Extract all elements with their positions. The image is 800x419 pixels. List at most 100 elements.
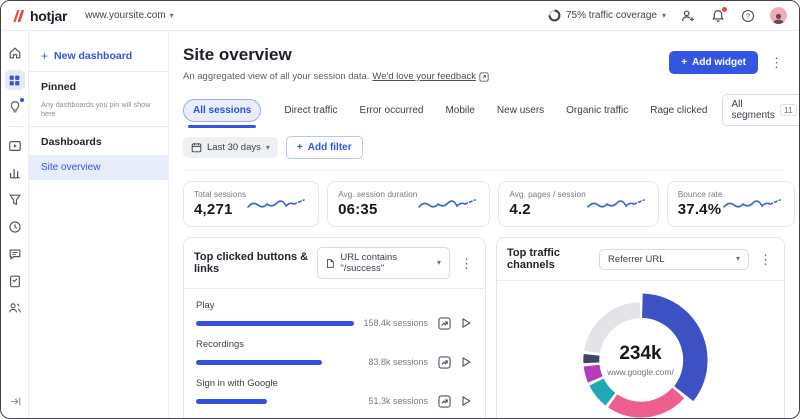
calendar-icon (191, 142, 202, 153)
new-feature-dot (20, 98, 24, 102)
users-icon (8, 301, 22, 315)
stat-card-session-duration: Avg. session duration 06:35 (327, 181, 490, 227)
segments-count-badge: 11 (780, 104, 797, 116)
home-icon (8, 46, 22, 60)
chip-error-occurred[interactable]: Error occurred (351, 100, 433, 121)
top-clicked-widget: Top clicked buttons & links URL contains… (183, 237, 486, 419)
pinned-hint: Any dashboards you pin will show here (41, 100, 156, 118)
widget-title: Top traffic channels (507, 247, 599, 271)
new-dashboard-button[interactable]: + New dashboard (29, 41, 168, 71)
invite-user-button[interactable] (680, 8, 696, 24)
widget-kebab-menu[interactable]: ⋮ (458, 257, 475, 270)
rail-home-button[interactable] (5, 43, 25, 63)
sessions-count: 51.3k sessions (368, 396, 428, 406)
new-dashboard-label: New dashboard (54, 50, 132, 62)
trend-icon (438, 317, 451, 330)
widget-title: Top clicked buttons & links (194, 251, 317, 275)
traffic-coverage-selector[interactable]: 75% traffic coverage ▾ (548, 9, 666, 22)
stat-value: 37.4% (678, 201, 723, 218)
clock-icon (8, 220, 22, 234)
chip-mobile[interactable]: Mobile (436, 100, 483, 121)
hotjar-logo[interactable]: hotjar (13, 8, 67, 24)
list-item: Play 158.4k sessions (196, 300, 473, 330)
chip-new-users[interactable]: New users (488, 100, 553, 121)
page-subtitle: An aggregated view of all your session d… (183, 71, 369, 82)
nav-rail (1, 31, 29, 419)
dashboards-grid-icon (8, 74, 21, 87)
question-mark-icon: ? (741, 9, 755, 23)
play-recordings-button[interactable] (459, 316, 473, 330)
rail-sessions-button[interactable] (5, 217, 25, 237)
rail-funnels-button[interactable] (5, 190, 25, 210)
chip-organic-traffic[interactable]: Organic traffic (557, 100, 637, 121)
play-recordings-button[interactable] (459, 394, 473, 408)
bar-label: Sign in with Google (196, 378, 473, 389)
coverage-label: 75% traffic coverage (566, 10, 657, 21)
top-bar: hotjar www.yoursite.com ▾ 75% traffic co… (1, 1, 799, 31)
help-button[interactable]: ? (740, 8, 756, 24)
rail-heatmaps-button[interactable] (5, 163, 25, 183)
page-title: Site overview (183, 45, 489, 65)
plus-icon: + (297, 142, 303, 153)
clicked-buttons-list: Play 158.4k sessions Rec (184, 289, 485, 419)
page-icon (326, 258, 334, 269)
chip-rage-clicked[interactable]: Rage clicked (641, 100, 716, 121)
bar-chart-icon (8, 166, 22, 180)
avatar-silhouette (772, 13, 785, 24)
donut-center-label: www.google.com/ (607, 367, 674, 377)
rail-surveys-button[interactable] (5, 271, 25, 291)
collapse-sidebar-button[interactable] (5, 391, 25, 411)
rail-feedback-button[interactable] (5, 244, 25, 264)
rail-interviews-button[interactable] (5, 298, 25, 318)
referrer-value: Referrer URL (608, 254, 665, 265)
all-segments-dropdown[interactable]: All segments 11 ▾ (722, 94, 799, 126)
rail-divider (7, 126, 23, 127)
stat-value: 4,271 (194, 201, 246, 218)
rail-dashboards-button[interactable] (5, 70, 25, 90)
external-link-icon (479, 72, 489, 82)
user-avatar[interactable] (770, 7, 787, 24)
list-item: Recordings 83.8k sessions (196, 339, 473, 369)
segment-chips: All sessions Direct traffic Error occurr… (183, 94, 785, 126)
feedback-link[interactable]: We'd love your feedback (372, 71, 476, 82)
chip-all-sessions[interactable]: All sessions (183, 99, 261, 122)
stat-label: Avg. pages / session (509, 189, 585, 199)
logo-text: hotjar (30, 8, 67, 24)
collapse-arrow-icon (9, 395, 22, 408)
widget-kebab-menu[interactable]: ⋮ (757, 253, 774, 266)
sidebar-item-site-overview[interactable]: Site overview (29, 155, 168, 180)
sparkline-chart (246, 195, 308, 213)
sessions-count: 83.8k sessions (368, 357, 428, 367)
chip-direct-traffic[interactable]: Direct traffic (275, 100, 346, 121)
plus-icon: + (41, 49, 48, 63)
bar (196, 399, 267, 404)
notifications-button[interactable] (710, 8, 726, 24)
rail-insights-button[interactable] (5, 97, 25, 117)
sidebar-item-label: Site overview (29, 155, 168, 180)
stat-value: 06:35 (338, 201, 417, 218)
trend-icon (438, 356, 451, 369)
bar (196, 360, 322, 365)
main-content: Site overview An aggregated view of all … (169, 31, 799, 419)
add-filter-button[interactable]: + Add filter (286, 136, 363, 159)
bar-label: Recordings (196, 339, 473, 350)
referrer-dropdown[interactable]: Referrer URL ▾ (599, 249, 749, 270)
play-recordings-button[interactable] (459, 355, 473, 369)
url-filter-dropdown[interactable]: URL contains "/success" ▾ (317, 247, 450, 279)
sparkline-chart (417, 195, 479, 213)
add-widget-button[interactable]: + Add widget (669, 51, 758, 74)
view-heatmap-button[interactable] (437, 316, 451, 330)
notification-dot (722, 7, 727, 12)
coverage-progress-icon (548, 9, 561, 22)
sessions-count: 158.4k sessions (363, 318, 428, 328)
page-kebab-menu[interactable]: ⋮ (768, 56, 785, 69)
site-selector[interactable]: www.yoursite.com ▾ (85, 10, 174, 21)
dashboards-title: Dashboards (29, 136, 168, 148)
rail-recordings-button[interactable] (5, 136, 25, 156)
chat-bubble-icon (8, 247, 22, 261)
bar-label: Play (196, 300, 473, 311)
date-range-dropdown[interactable]: Last 30 days ▾ (183, 137, 278, 158)
view-heatmap-button[interactable] (437, 394, 451, 408)
chevron-down-icon: ▾ (736, 255, 740, 263)
view-heatmap-button[interactable] (437, 355, 451, 369)
